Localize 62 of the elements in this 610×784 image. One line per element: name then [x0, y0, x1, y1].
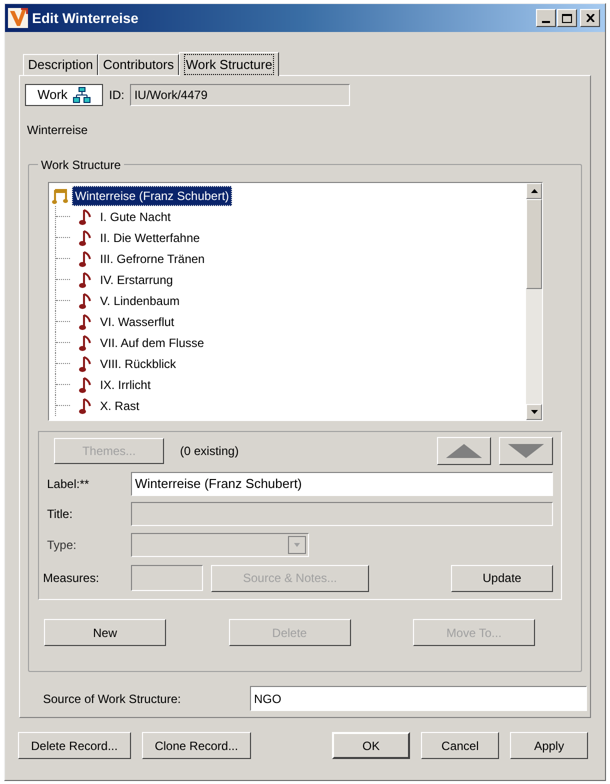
type-label: Type:	[47, 537, 78, 554]
tree-item[interactable]: III. Gefrorne Tränen	[98, 250, 207, 268]
music-note-icon	[79, 356, 91, 372]
scroll-thumb[interactable]	[526, 199, 542, 289]
hierarchy-icon	[72, 87, 91, 103]
tab[interactable]: Contributors	[98, 54, 179, 75]
app-logo-icon	[8, 8, 28, 28]
music-note-icon	[79, 292, 91, 308]
music-note-icon	[79, 272, 91, 288]
themes-count: (0 existing)	[180, 443, 239, 460]
measures-label: Measures:	[43, 570, 100, 587]
tree-item[interactable]: VIII. Rückblick	[98, 354, 178, 372]
music-note-icon	[79, 334, 91, 350]
minimize-button[interactable]	[536, 9, 556, 27]
work-type-button[interactable]: Work	[25, 84, 103, 106]
id-label: ID:	[109, 87, 124, 104]
dialog-button[interactable]: Cancel	[421, 732, 500, 759]
music-note-icon	[79, 250, 91, 266]
scroll-down-button[interactable]	[526, 404, 542, 420]
tree-item[interactable]: VII. Auf dem Flusse	[98, 334, 206, 352]
tree-item[interactable]: VI. Wasserflut	[98, 312, 176, 330]
minimize-icon	[542, 21, 550, 23]
tab[interactable]: Description	[23, 54, 98, 75]
text-field[interactable]: Winterreise (Franz Schubert)	[131, 472, 553, 496]
dialog-button[interactable]: Clone Record...	[142, 732, 252, 759]
action-button[interactable]: New	[44, 619, 166, 646]
update-button[interactable]: Update	[451, 564, 553, 592]
tree-item[interactable]: I. Gute Nacht	[98, 208, 173, 226]
field-label: Title:	[47, 506, 74, 523]
down-arrow-icon	[530, 410, 538, 414]
tree-item[interactable]: II. Die Wetterfahne	[98, 228, 202, 246]
music-note-icon	[79, 230, 91, 246]
music-note-icon	[79, 314, 91, 330]
dialog-button[interactable]: Delete Record...	[18, 732, 131, 759]
move-down-button[interactable]	[499, 437, 553, 465]
tree-item[interactable]: IV. Erstarrung	[98, 270, 175, 288]
field-label: Label:**	[47, 476, 90, 493]
close-button[interactable]	[580, 9, 600, 27]
down-triangle-icon	[508, 444, 544, 458]
dialog-button[interactable]: OK	[332, 732, 410, 759]
source-field[interactable]: NGO	[250, 686, 587, 711]
tree-item[interactable]: Winterreise (Franz Schubert)	[72, 186, 232, 206]
tree-item[interactable]: IX. Irrlicht	[98, 376, 153, 394]
music-note-icon	[79, 398, 91, 414]
close-icon	[586, 14, 594, 22]
tab[interactable]: Work Structure	[178, 52, 280, 76]
tree-item[interactable]: V. Lindenbaum	[98, 292, 182, 310]
up-arrow-icon	[530, 189, 538, 193]
music-note-icon	[79, 208, 91, 224]
move-up-button[interactable]	[437, 437, 491, 465]
scroll-up-button[interactable]	[526, 183, 542, 199]
source-label: Source of Work Structure:	[43, 690, 182, 708]
maximize-button[interactable]	[557, 9, 577, 27]
up-triangle-icon	[446, 444, 482, 458]
window-title: Edit Winterreise	[32, 8, 140, 28]
tree-item[interactable]: X. Rast	[98, 396, 142, 414]
music-note-icon	[79, 376, 91, 392]
dialog-button[interactable]: Apply	[510, 732, 588, 759]
id-field: IU/Work/4479	[130, 84, 350, 106]
music-notes-icon	[52, 188, 68, 204]
maximize-icon	[562, 14, 572, 22]
work-heading: Winterreise	[27, 122, 88, 139]
